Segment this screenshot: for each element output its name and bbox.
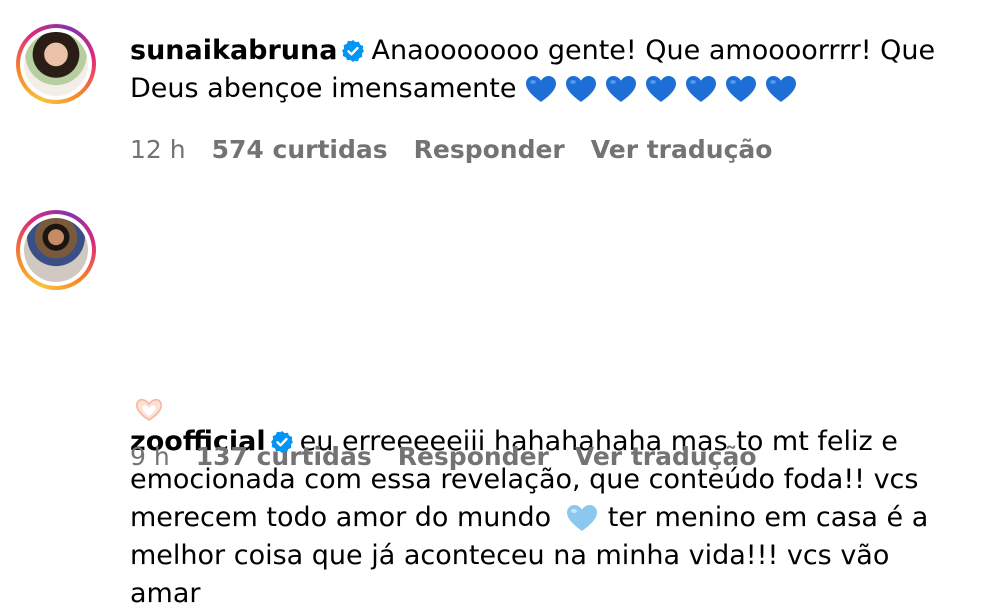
avatar[interactable] xyxy=(24,32,88,96)
comment-message-line-4: melhor coisa que já aconteceu na minha v… xyxy=(130,540,890,609)
blue-heart-icon xyxy=(606,76,637,102)
blue-heart-icon xyxy=(646,76,677,102)
avatar[interactable] xyxy=(24,218,88,282)
avatar-ring[interactable] xyxy=(16,24,96,104)
username[interactable]: sunaikabruna xyxy=(130,35,337,66)
see-translation-button[interactable]: Ver tradução xyxy=(591,135,773,164)
reply-button[interactable]: Responder xyxy=(414,135,565,164)
blue-heart-icon xyxy=(526,76,557,102)
blue-heart-icon xyxy=(766,76,797,102)
blue-heart-icon xyxy=(726,76,757,102)
likes-count[interactable]: 137 curtidas xyxy=(196,442,372,471)
blue-heart-icon xyxy=(566,76,597,102)
light-blue-heart-icon xyxy=(566,505,597,531)
avatar-ring[interactable] xyxy=(16,210,96,290)
verified-badge-icon xyxy=(342,40,365,62)
blue-hearts-emoji xyxy=(525,70,805,108)
comment-text: sunaikabruna Anaooooooo gente! Que amooo… xyxy=(130,32,964,108)
timestamp[interactable]: 9 h xyxy=(130,442,170,471)
likes-count[interactable]: 574 curtidas xyxy=(212,135,388,164)
comment-meta: 12 h 574 curtidas Responder Ver tradução xyxy=(130,135,798,164)
reply-button[interactable]: Responder xyxy=(398,442,549,471)
comment-meta: 9 h 137 curtidas Responder Ver tradução xyxy=(130,442,783,471)
see-translation-button[interactable]: Ver tradução xyxy=(575,442,757,471)
blue-heart-icon xyxy=(686,76,717,102)
comment-message-line-3b: ter menino em casa é a xyxy=(607,502,929,533)
comment-message-line-3a: merecem todo amor do mundo xyxy=(130,502,552,533)
heart-hands-icon xyxy=(136,398,162,421)
comment-body: sunaikabruna Anaooooooo gente! Que amooo… xyxy=(130,32,964,108)
timestamp[interactable]: 12 h xyxy=(130,135,186,164)
